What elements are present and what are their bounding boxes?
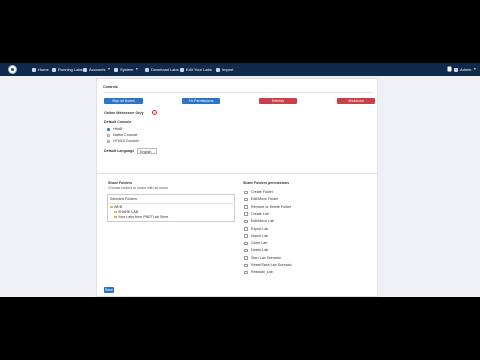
share-folders-title: Share Folders [108,181,132,185]
chevron-down-icon: ▼ [107,67,111,71]
nav-download-labs-label: Download Labs [151,67,179,72]
nav-running-labs-label: Running Labs [58,67,83,72]
nav-import[interactable]: Import [216,63,233,76]
cloud-download-icon [145,67,149,72]
permission-label: Edit/Move Folder [251,197,279,202]
share-folders-card: Share Folders Choose folders to share wi… [96,173,378,297]
permission-label: Create Lab [251,211,269,216]
nav-download-labs[interactable]: Download Labs [145,63,179,76]
controls-title: Controls [103,85,118,89]
permission-label: Export Lab [251,226,269,231]
tree-item-label: Your Labs from PNETLab Store [118,215,169,219]
permission-checkbox[interactable] [244,190,248,194]
folder-icon [114,215,117,219]
divider [103,92,373,93]
nav-system[interactable]: System ▼ [114,63,138,76]
notification-icon[interactable] [447,66,452,72]
language-value: English [140,150,152,154]
user-name: Admin [460,67,472,72]
nav-home-label: Home [38,67,49,72]
gear-icon [114,67,118,72]
permission-label: Clone Lab [251,241,268,246]
permission-label: Remove or Delete Folder [251,204,292,209]
permission-label: Reinstall_Lab [251,270,273,275]
permission-label: Edit/Move Lab [251,219,274,224]
controls-card: Controls Stop all Nodes Fix Permissions … [96,78,378,178]
chevron-down-icon: ▼ [135,67,139,71]
folder-icon [114,210,117,214]
fix-permissions-button[interactable]: Fix Permissions [182,98,220,104]
permission-label: Start Lab Scenario [251,255,281,260]
console-option-label: HTML5 Console [113,139,139,143]
upload-icon [216,67,220,72]
nav-home[interactable]: Home [32,63,49,76]
nav-accounts-label: Accounts [89,67,106,72]
permission-checkbox[interactable] [244,234,248,238]
permission-label: Reset/Save Lab Scenario [251,263,292,267]
console-radio-html5-console[interactable] [107,140,110,143]
nav-import-label: Import [222,67,234,72]
nav-edit-labs[interactable]: Edit Your Labs [180,63,212,76]
permission-label: Delete Lab [251,248,269,253]
permission-checkbox[interactable] [244,248,248,253]
save-button[interactable]: Save [104,287,114,293]
permission-checkbox[interactable] [244,212,248,216]
console-option-label: Native Console [113,133,138,137]
home-icon [32,67,36,72]
nav-accounts[interactable]: Accounts ▼ [83,63,110,76]
tree-item-label: SHARE LAB [118,210,139,214]
folder-icon [110,205,113,209]
console-radio-html5[interactable] [107,128,110,131]
app-logo[interactable] [8,65,17,74]
tree-header: Selected Folders [110,197,137,201]
chevron-down-icon: ▼ [473,67,477,71]
permission-label: Create Folder [251,190,273,194]
share-folders-subtitle: Choose folders to share with all users [108,186,168,190]
user-menu[interactable]: Admin ▼ [454,63,476,76]
permission-checkbox[interactable] [244,197,248,202]
online-webserver-label: Online Webserver Only [104,111,144,115]
permission-checkbox[interactable] [244,256,248,260]
stop-all-nodes-button[interactable]: Stop all Nodes [104,98,143,104]
folder-tree: Selected Folders WEB SHARE LAB Your Labs… [107,194,235,222]
nav-system-label: System [120,67,134,72]
monitor-icon [52,67,56,72]
tree-item[interactable]: WEB [110,205,122,209]
permissions-title: Share Folders permissions [243,181,290,185]
permission-checkbox[interactable] [244,219,248,224]
nav-edit-labs-label: Edit Your Labs [186,67,212,72]
edit-icon [180,67,184,72]
console-radio-native[interactable] [107,134,110,137]
help-icon[interactable]: ? [152,110,157,115]
permission-checkbox[interactable] [244,270,248,275]
users-icon [83,67,87,72]
permission-checkbox[interactable] [244,263,248,267]
tree-item[interactable]: Your Labs from PNETLab Store [114,215,168,219]
refresh-button[interactable]: Refresh [259,98,297,104]
top-navbar: Home Running Labs Accounts ▼ System ▼ Down… [0,63,480,76]
tree-item-label: WEB [114,205,123,209]
permission-checkbox[interactable] [244,205,248,209]
console-option-label: Html5 [113,127,123,131]
permission-checkbox[interactable] [244,227,248,231]
default-console-title: Default Console [104,120,132,124]
language-select[interactable]: English [137,148,157,154]
permission-label: Import Lab [251,233,269,238]
user-icon [454,67,458,72]
permission-checkbox[interactable] [244,241,248,246]
default-language-label: Default Language [104,149,135,153]
nav-running-labs[interactable]: Running Labs [52,63,83,76]
app-window: Home Running Labs Accounts ▼ System ▼ Down… [0,63,480,297]
tree-item[interactable]: SHARE LAB [114,210,138,214]
divider [108,203,235,204]
shutdown-button[interactable]: Shutdown [337,98,375,104]
